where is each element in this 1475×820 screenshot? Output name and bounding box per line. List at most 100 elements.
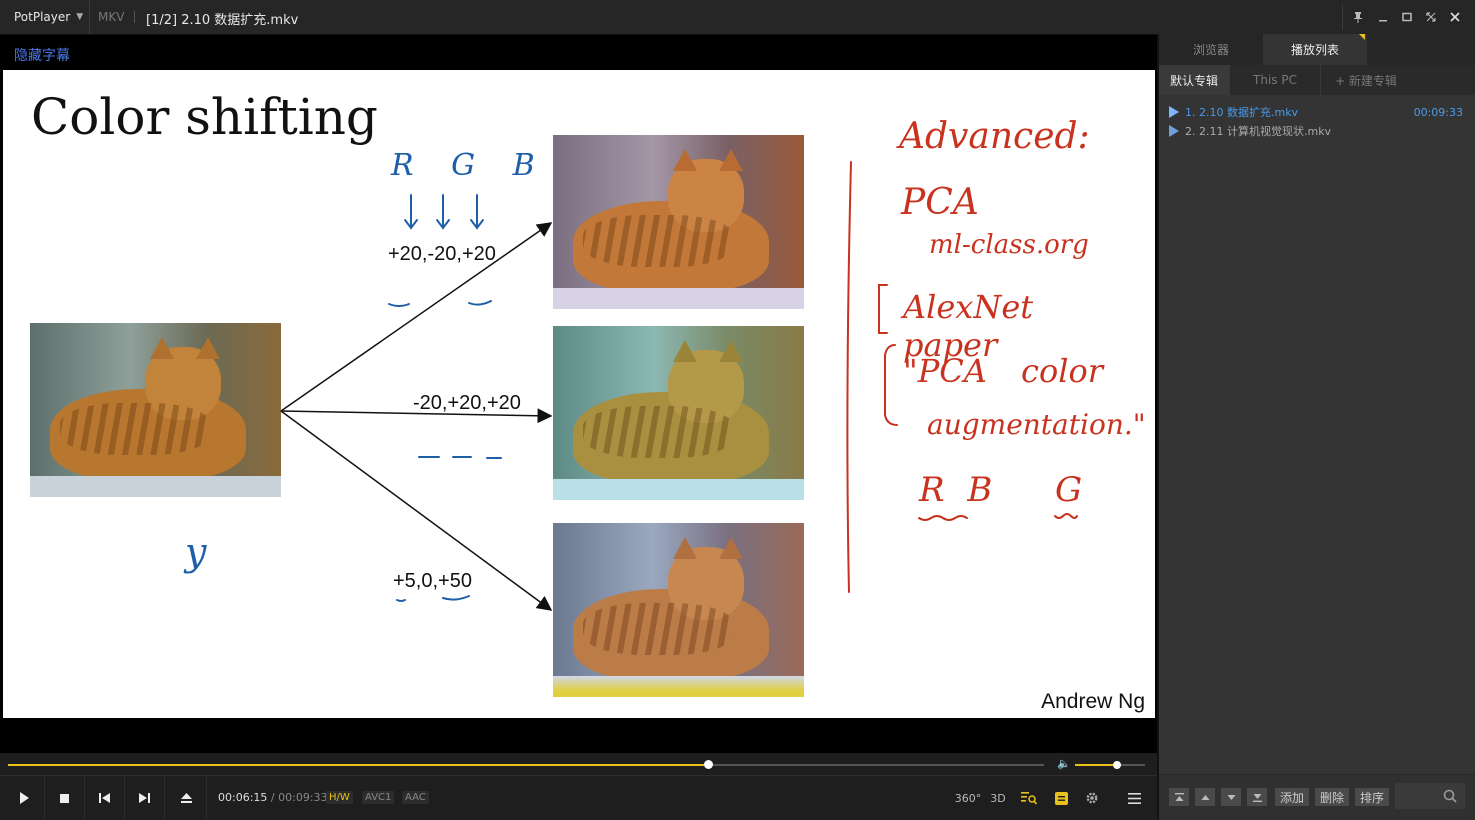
list-search-icon bbox=[1021, 792, 1037, 805]
new-album-button[interactable]: + 新建专辑 bbox=[1321, 65, 1411, 95]
new-album-label: + 新建专辑 bbox=[1335, 73, 1397, 88]
format-label: MKV bbox=[98, 10, 125, 24]
chevron-down-icon: ▼ bbox=[76, 12, 84, 22]
time-separator: / bbox=[270, 791, 275, 804]
move-top-icon bbox=[1174, 792, 1184, 801]
volume-slider[interactable] bbox=[1075, 761, 1145, 769]
playlist-toolbar: 添加 删除 排序 bbox=[1159, 774, 1475, 820]
play-button[interactable] bbox=[4, 776, 45, 820]
hw-decode-badge[interactable]: H/W bbox=[326, 791, 353, 804]
playlist-search-input[interactable] bbox=[1395, 783, 1465, 809]
window-title: [1/2] 2.10 数据扩充.mkv bbox=[146, 13, 299, 28]
eject-button[interactable] bbox=[166, 776, 207, 820]
active-marker bbox=[1359, 34, 1365, 40]
3d-button[interactable]: 3D bbox=[986, 786, 1010, 810]
tab-browser[interactable]: 浏览器 bbox=[1159, 34, 1263, 65]
play-icon bbox=[20, 792, 29, 804]
shift-label-2: -20,+20,+20 bbox=[413, 392, 521, 414]
delete-label: 删除 bbox=[1319, 790, 1344, 805]
video-frame-slide: Color shifting +20,-20,+20 -20,+20,+20 +… bbox=[3, 70, 1155, 718]
eject-icon bbox=[180, 793, 192, 803]
seek-bar[interactable] bbox=[8, 760, 1044, 769]
playlist-search-button[interactable] bbox=[1017, 786, 1041, 810]
video-codec-badge[interactable]: AVC1 bbox=[362, 791, 395, 804]
app-name: PotPlayer bbox=[14, 10, 71, 24]
shift-label-1: +20,-20,+20 bbox=[388, 243, 496, 265]
move-up-button[interactable] bbox=[1195, 788, 1215, 806]
seek-progress bbox=[8, 764, 709, 766]
add-label: 添加 bbox=[1279, 790, 1304, 805]
skip-forward-icon bbox=[138, 793, 150, 803]
time-total: 00:09:33 bbox=[278, 791, 328, 804]
handwriting-g: G bbox=[1055, 470, 1083, 510]
time-display: 00:06:15 / 00:09:33 bbox=[218, 791, 328, 804]
handwriting-augmentation: augmentation." bbox=[927, 408, 1146, 441]
delete-button[interactable]: 删除 bbox=[1315, 788, 1349, 806]
skip-back-icon bbox=[98, 793, 110, 803]
control-bar: 00:06:15 / 00:09:33 H/W AVC1 AAC 360° 3D bbox=[0, 775, 1157, 820]
subtitle-button[interactable] bbox=[1049, 786, 1073, 810]
move-down-button[interactable] bbox=[1221, 788, 1241, 806]
divider bbox=[134, 11, 135, 23]
tab-browser-label: 浏览器 bbox=[1192, 43, 1229, 57]
add-button[interactable]: 添加 bbox=[1275, 788, 1309, 806]
menu-button[interactable] bbox=[1122, 786, 1146, 810]
album-this-pc[interactable]: This PC bbox=[1230, 65, 1321, 95]
handwriting-rb: R B bbox=[919, 470, 999, 510]
app-menu-button[interactable]: PotPlayer ▼ bbox=[0, 0, 90, 34]
panel-tabs: 浏览器 播放列表 bbox=[1159, 34, 1475, 65]
handwriting-y: y bbox=[185, 530, 207, 574]
play-icon bbox=[1169, 125, 1179, 137]
playback-controls: 🔈 00:06:15 / 00:09:33 H/W AVC1 AAC 360° … bbox=[0, 753, 1157, 820]
playlist-item[interactable]: 2. 2.11 计算机视觉现状.mkv bbox=[1167, 122, 1467, 140]
subtitle-icon bbox=[1054, 791, 1068, 805]
sort-label: 排序 bbox=[1359, 790, 1384, 805]
slide-author: Andrew Ng bbox=[1041, 690, 1145, 713]
title-bar: PotPlayer ▼ MKV [1/2] 2.10 数据扩充.mkv bbox=[0, 0, 1475, 35]
360-icon: 360° bbox=[954, 791, 982, 805]
settings-button[interactable] bbox=[1080, 786, 1104, 810]
next-button[interactable] bbox=[124, 776, 165, 820]
album-default[interactable]: 默认专辑 bbox=[1159, 65, 1230, 95]
volume-level bbox=[1075, 764, 1117, 766]
slide-drawing bbox=[280, 161, 1078, 611]
3d-icon: 3D bbox=[990, 791, 1006, 805]
minimize-icon[interactable] bbox=[1371, 0, 1395, 34]
stop-button[interactable] bbox=[44, 776, 85, 820]
divider bbox=[1342, 4, 1343, 30]
360-button[interactable]: 360° bbox=[954, 786, 982, 810]
handwriting-pca: PCA bbox=[901, 182, 979, 223]
sort-button[interactable]: 排序 bbox=[1355, 788, 1389, 806]
video-area[interactable]: 隐藏字幕 Color shifting +20,-20,+20 -20,+20,… bbox=[0, 35, 1157, 753]
hide-subtitles-link[interactable]: 隐藏字幕 bbox=[14, 45, 70, 65]
time-current: 00:06:15 bbox=[218, 791, 268, 804]
playlist-item[interactable]: 1. 2.10 数据扩充.mkv 00:09:33 bbox=[1167, 103, 1467, 121]
move-top-button[interactable] bbox=[1169, 788, 1189, 806]
playlist-panel: 浏览器 播放列表 默认专辑 This PC + 新建专辑 1. 2.10 数据扩… bbox=[1157, 34, 1475, 820]
move-bottom-button[interactable] bbox=[1247, 788, 1267, 806]
album-default-label: 默认专辑 bbox=[1169, 73, 1218, 88]
fullscreen-icon[interactable] bbox=[1419, 0, 1443, 34]
close-icon[interactable] bbox=[1443, 0, 1467, 34]
maximize-icon[interactable] bbox=[1395, 0, 1419, 34]
pin-icon[interactable] bbox=[1346, 0, 1370, 34]
move-up-icon bbox=[1201, 794, 1209, 800]
stop-icon bbox=[59, 793, 69, 803]
handwriting-advanced: Advanced: bbox=[899, 116, 1090, 157]
playlist-item-title: 2. 2.11 计算机视觉现状.mkv bbox=[1185, 125, 1332, 138]
move-bottom-icon bbox=[1252, 793, 1262, 802]
volume-icon[interactable]: 🔈 bbox=[1057, 757, 1071, 770]
volume-handle[interactable] bbox=[1113, 761, 1121, 769]
album-this-pc-label: This PC bbox=[1253, 73, 1297, 87]
audio-codec-badge[interactable]: AAC bbox=[402, 791, 429, 804]
shift-label-3: +5,0,+50 bbox=[393, 570, 472, 592]
seek-handle[interactable] bbox=[704, 760, 714, 769]
hamburger-icon bbox=[1127, 792, 1141, 804]
previous-button[interactable] bbox=[84, 776, 125, 820]
handwriting-pca-color: "PCA color bbox=[903, 352, 1103, 390]
tab-playlist[interactable]: 播放列表 bbox=[1263, 34, 1367, 65]
playlist-item-duration: 00:09:33 bbox=[1413, 106, 1463, 119]
playlist-item-title: 1. 2.10 数据扩充.mkv bbox=[1185, 106, 1299, 119]
tab-playlist-label: 播放列表 bbox=[1290, 43, 1339, 57]
handwriting-ml-class: ml-class.org bbox=[929, 230, 1089, 260]
